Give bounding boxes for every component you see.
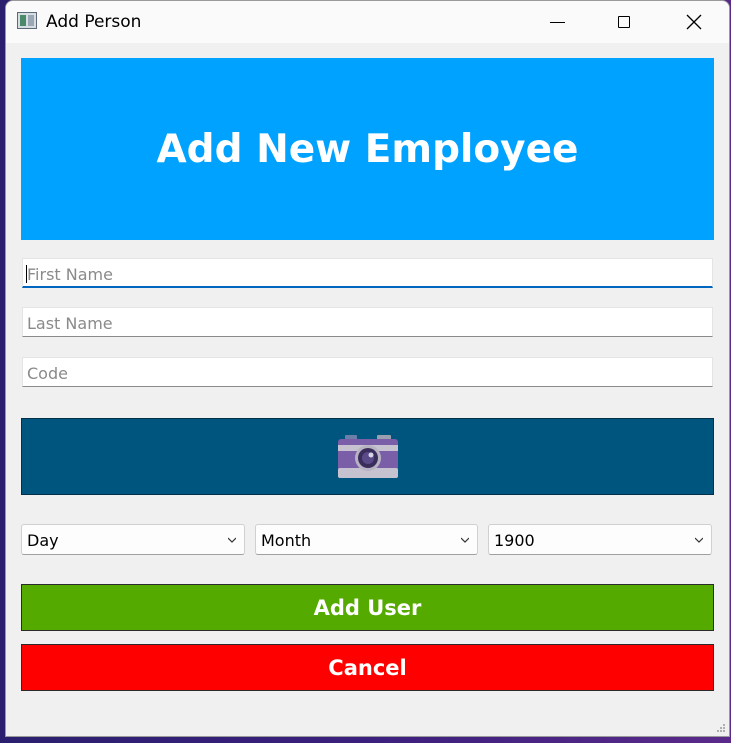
year-select-value: 1900 bbox=[494, 531, 535, 550]
minimize-icon bbox=[549, 21, 565, 23]
maximize-button[interactable] bbox=[596, 1, 652, 43]
maximize-icon bbox=[618, 16, 630, 28]
close-button[interactable] bbox=[666, 1, 722, 43]
camera-icon bbox=[337, 434, 398, 478]
chevron-down-icon bbox=[228, 537, 236, 543]
add-person-window: Add Person Add New Employee First Name L… bbox=[5, 0, 730, 737]
day-select[interactable]: Day bbox=[21, 524, 245, 555]
chevron-down-icon bbox=[461, 537, 469, 543]
day-select-value: Day bbox=[27, 531, 59, 550]
banner-title: Add New Employee bbox=[156, 126, 579, 172]
last-name-placeholder: Last Name bbox=[27, 314, 113, 333]
cancel-button[interactable]: Cancel bbox=[21, 644, 714, 691]
add-user-button[interactable]: Add User bbox=[21, 584, 714, 631]
code-placeholder: Code bbox=[27, 364, 68, 383]
header-banner: Add New Employee bbox=[21, 58, 714, 240]
minimize-button[interactable] bbox=[529, 1, 585, 43]
month-select-value: Month bbox=[261, 531, 312, 550]
first-name-input[interactable]: First Name bbox=[22, 258, 713, 288]
last-name-input[interactable]: Last Name bbox=[22, 307, 713, 337]
title-bar[interactable]: Add Person bbox=[6, 1, 729, 43]
chevron-down-icon bbox=[695, 537, 703, 543]
first-name-placeholder: First Name bbox=[27, 265, 113, 284]
window-title: Add Person bbox=[46, 12, 142, 32]
close-icon bbox=[686, 14, 702, 30]
month-select[interactable]: Month bbox=[255, 524, 478, 555]
code-input[interactable]: Code bbox=[22, 357, 713, 387]
take-photo-button[interactable] bbox=[21, 418, 714, 495]
app-window-icon bbox=[17, 12, 37, 29]
resize-grip-icon[interactable] bbox=[716, 723, 726, 733]
year-select[interactable]: 1900 bbox=[488, 524, 712, 555]
